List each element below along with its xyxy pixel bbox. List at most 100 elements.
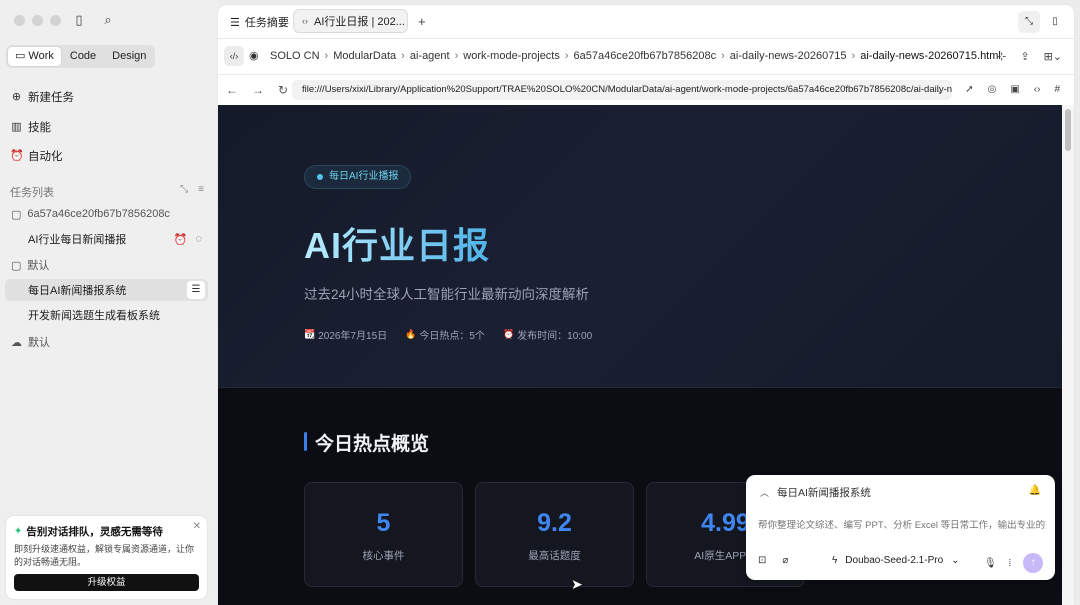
cloud-icon: ☁	[11, 336, 22, 349]
bell-icon[interactable]: 🔔	[1029, 485, 1041, 496]
preview-eye-icon[interactable]: ◉	[249, 49, 259, 62]
nav-new-task[interactable]: ⊕ 新建任务	[10, 89, 74, 105]
stat-label: 最高话题度	[528, 550, 581, 562]
meta-time: ⏰ 发布时间：10:00	[502, 329, 593, 342]
hero-meta: 📆 2026年7月15日 🔥 今日热点：5个 ⏰ 发布时间：10:00	[304, 327, 592, 342]
breadcrumb-item[interactable]: 6a57a46ce20fb67b7856208c	[574, 50, 717, 62]
task-item-news-system[interactable]: 每日AI新闻播报系统 ☰	[5, 279, 208, 301]
lightning-icon: ϟ	[832, 555, 838, 566]
locate-icon[interactable]: ⊹	[997, 50, 1006, 63]
folder-default[interactable]: ▢ 默认	[0, 254, 218, 276]
stat-card: 5 核心事件	[304, 482, 463, 587]
tab-ai-daily[interactable]: ‹› AI行业日报 | 202...	[293, 9, 408, 33]
filter-icon[interactable]: ≡	[198, 184, 204, 195]
book-icon: ▥	[11, 120, 22, 133]
reload-icon[interactable]: ↻	[278, 83, 288, 97]
chat-popup: ︿ 每日AI新闻播报系统 🔔 ⊡ ⌀ ϟ Doubao-Seed-2.1-Pro…	[746, 475, 1055, 580]
breadcrumb-item[interactable]: ai-agent	[410, 50, 450, 62]
minimize-window-button[interactable]	[32, 15, 43, 26]
scrollbar-thumb[interactable]	[1065, 109, 1071, 151]
upgrade-promo: ✦ 告别对话排队，灵感无需等待 ✕ 即刻升级速通权益，解锁专属资源通道，让你的对话…	[6, 516, 207, 599]
page-title: AI行业日报	[304, 217, 490, 269]
task-list-label: 任务列表	[10, 187, 54, 199]
meta-date: 📆 2026年7月15日	[304, 329, 388, 342]
code-view-icon[interactable]: ‹/›	[224, 46, 244, 66]
shrink-icon[interactable]: ⤡	[1018, 11, 1040, 33]
hash-icon[interactable]: #	[1054, 84, 1060, 95]
url-input[interactable]: file:///Users/xixi/Library/Application%2…	[292, 80, 952, 100]
nav-automation[interactable]: ⏰ 自动化	[10, 148, 63, 164]
tab-summary[interactable]: ☰ 任务摘要	[230, 14, 289, 30]
attach-icon[interactable]: ⌀	[782, 555, 788, 566]
chat-title: 每日AI新闻播报系统	[777, 487, 871, 499]
breadcrumb-item[interactable]: SOLO CN	[270, 50, 320, 62]
fire-icon: 🔥	[405, 329, 417, 339]
add-tab-button[interactable]: +	[418, 14, 426, 29]
pointer-icon[interactable]: ➚	[965, 84, 973, 95]
breadcrumb-bar: ‹/› ◉ SOLO CN › ModularData › ai-agent › wo…	[218, 39, 1074, 75]
chevron-down-icon: ⌄	[951, 555, 960, 566]
code-icon[interactable]: ‹›	[1034, 84, 1041, 95]
section-title: 今日热点概览	[304, 429, 429, 456]
code-icon: ‹›	[302, 16, 308, 26]
alarm-icon: ⏰	[10, 149, 24, 162]
chevron-down-icon[interactable]: ⌄	[936, 80, 944, 100]
back-icon[interactable]: ←	[226, 83, 238, 97]
task-item-ai-daily[interactable]: AI行业每日新闻播报 ⏰ ◌	[0, 228, 218, 250]
mode-design-button[interactable]: Design	[105, 47, 153, 66]
mode-work-button[interactable]: ▭ Work	[8, 47, 61, 66]
sidebar-toggle-icon[interactable]: ▯	[71, 12, 87, 28]
stat-value: 5	[376, 509, 391, 537]
stat-card: 9.2 最高话题度	[475, 482, 634, 587]
target-icon[interactable]: ◎	[988, 84, 997, 95]
mode-code-button[interactable]: Code	[63, 47, 103, 66]
forward-icon[interactable]: →	[252, 83, 264, 97]
close-icon[interactable]: ✕	[193, 521, 201, 532]
list-icon: ☰	[230, 16, 240, 29]
breadcrumb: SOLO CN › ModularData › ai-agent › work-mod…	[270, 50, 1001, 62]
folder-project[interactable]: ▢ 6a57a46ce20fb67b7856208c	[0, 203, 218, 225]
folder-cloud-default[interactable]: ☁ 默认	[0, 331, 218, 353]
breadcrumb-item[interactable]: ModularData	[333, 50, 396, 62]
voice-wave-icon[interactable]: ⦙	[1009, 558, 1011, 569]
task-detail-icon[interactable]: ☰	[187, 281, 205, 299]
clock-icon: ⏰	[502, 329, 515, 339]
folder-icon: ▢	[11, 208, 22, 221]
url-bar: ← → ↻ file:///Users/xixi/Library/Applica…	[218, 75, 1074, 105]
task-item-dashboard[interactable]: 开发新闻选题生成看板系统	[0, 304, 218, 326]
chat-input[interactable]	[758, 520, 1046, 531]
meta-hot: 🔥 今日热点：5个	[405, 329, 485, 342]
zoom-window-button[interactable]	[50, 15, 61, 26]
tab-bar: ☰ 任务摘要 ‹› AI行业日报 | 202... + ⤡ ▯	[218, 5, 1074, 39]
calendar-icon: 📆	[304, 329, 316, 339]
mouse-cursor: ➤	[571, 576, 583, 592]
search-icon[interactable]: ⌕	[100, 12, 116, 28]
nav-skills[interactable]: ▥ 技能	[10, 119, 51, 135]
send-button[interactable]: ↑	[1023, 553, 1043, 573]
stat-value: 9.2	[537, 509, 572, 537]
breadcrumb-item[interactable]: work-mode-projects	[463, 50, 560, 62]
window-controls	[14, 15, 61, 26]
share-icon[interactable]: ⇪	[1020, 50, 1029, 63]
page-subtitle: 过去24小时全球人工智能行业最新动向深度解析	[304, 287, 590, 302]
device-icon[interactable]: ▣	[1010, 84, 1019, 95]
daily-badge: 每日AI行业播报	[304, 165, 412, 189]
breadcrumb-item[interactable]: ai-daily-news-20260715.html	[860, 50, 1001, 62]
breadcrumb-item[interactable]: ai-daily-news-20260715	[730, 50, 847, 62]
layout-icon[interactable]: ⊞⌄	[1044, 50, 1062, 63]
chevron-up-icon[interactable]: ︿	[760, 486, 769, 499]
scrollbar[interactable]	[1062, 105, 1074, 605]
image-icon[interactable]: ⊡	[758, 555, 766, 566]
sidebar: ▯ ⌕ ▭ Work Code Design ⊕ 新建任务 ▥ 技能 ⏰ 自动化 …	[0, 0, 218, 605]
upgrade-button[interactable]: 升级权益	[14, 574, 199, 591]
hero-section: 每日AI行业播报 AI行业日报 过去24小时全球人工智能行业最新动向深度解析 📆…	[218, 105, 1062, 388]
model-select[interactable]: ϟ Doubao-Seed-2.1-Pro ⌄	[832, 555, 960, 566]
stat-label: 核心事件	[362, 550, 405, 562]
close-window-button[interactable]	[14, 15, 25, 26]
alarm-icon[interactable]: ⏰	[174, 233, 188, 246]
sparkle-icon: ✦	[14, 526, 23, 537]
split-view-icon[interactable]: ▯	[1044, 11, 1066, 33]
mic-icon[interactable]: 🎙	[984, 558, 997, 569]
collapse-icon[interactable]: ⤡	[180, 184, 188, 195]
plus-circle-icon: ⊕	[11, 90, 22, 103]
